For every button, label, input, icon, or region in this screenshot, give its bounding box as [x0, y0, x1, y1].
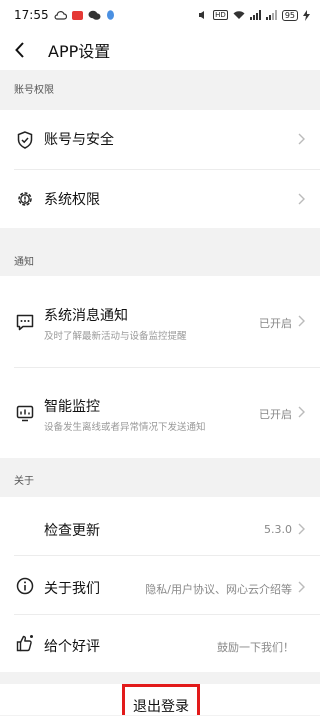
back-button[interactable] — [0, 30, 40, 70]
about-us-text: 关于我们 — [44, 578, 100, 598]
status-bar: 17:55 HD 95 — [0, 0, 320, 30]
about-us-row[interactable]: 关于我们 隐私/用户协议、网心云介绍等 — [0, 556, 320, 614]
status-right: HD 95 — [198, 9, 310, 21]
signal-icon-2 — [265, 10, 277, 20]
about-card: 检查更新 5.3.0 关于我们 隐私/用户协议、网心云介绍等 给个好评 鼓励一下… — [0, 497, 320, 672]
hd-badge: HD — [213, 10, 228, 20]
row-title: 给个好评 — [44, 639, 100, 655]
status-left: 17:55 — [14, 8, 115, 22]
chevron-right-icon — [298, 315, 305, 327]
message-icon — [14, 311, 36, 333]
row-subtitle: 设备发生离线或者异常情况下发送通知 — [44, 422, 206, 433]
section-label-about: 关于 — [14, 476, 34, 487]
check-update-text: 检查更新 — [44, 520, 100, 540]
chevron-right-icon — [298, 406, 305, 418]
row-title: 系统消息通知 — [44, 308, 128, 324]
logout-button[interactable]: 退出登录 — [122, 684, 200, 715]
cloud-icon — [54, 11, 67, 20]
chevron-right-icon — [298, 523, 305, 535]
monitor-icon — [14, 402, 36, 424]
red-app-icon — [71, 10, 83, 20]
rate-us-row[interactable]: 给个好评 鼓励一下我们！ — [0, 615, 320, 672]
smart-monitor-row[interactable]: 智能监控 设备发生离线或者异常情况下发送通知 已开启 — [0, 368, 320, 458]
version-value: 5.3.0 — [264, 523, 292, 536]
chevron-right-icon — [298, 581, 305, 593]
row-title: 检查更新 — [44, 523, 100, 539]
notice-card: 系统消息通知 及时了解最新活动与设备监控提醒 已开启 智能监控 设备发生离线或者… — [0, 276, 320, 458]
info-icon — [14, 575, 36, 597]
account-card: 账号与安全 系统权限 — [0, 110, 320, 228]
rate-us-value: 鼓励一下我们！ — [217, 641, 294, 654]
chevron-right-icon — [298, 133, 305, 145]
section-label-account: 账号权限 — [14, 85, 54, 96]
row-title: 系统权限 — [44, 192, 100, 208]
system-permission-text: 系统权限 — [44, 189, 100, 209]
logout-bar: 退出登录 — [0, 684, 320, 715]
about-us-value: 隐私/用户协议、网心云介绍等 — [145, 583, 292, 596]
account-security-text: 账号与安全 — [44, 129, 114, 149]
qq-icon — [106, 9, 114, 20]
thumbs-up-icon — [14, 632, 36, 654]
account-security-row[interactable]: 账号与安全 — [0, 110, 320, 169]
system-permission-row[interactable]: 系统权限 — [0, 170, 320, 228]
shield-icon — [14, 129, 36, 151]
row-title: 关于我们 — [44, 581, 100, 597]
smart-monitor-text: 智能监控 设备发生离线或者异常情况下发送通知 — [44, 396, 206, 433]
page-title: APP设置 — [48, 42, 111, 61]
signal-icon — [249, 10, 261, 20]
row-subtitle: 及时了解最新活动与设备监控提醒 — [44, 331, 187, 342]
row-title: 智能监控 — [44, 399, 100, 415]
battery-indicator: 95 — [281, 9, 298, 21]
back-arrow-icon — [15, 42, 24, 58]
status-value: 已开启 — [259, 317, 292, 330]
section-label-notice: 通知 — [14, 257, 34, 268]
rate-us-text: 给个好评 — [44, 636, 100, 656]
mute-icon — [199, 11, 205, 19]
row-title: 账号与安全 — [44, 132, 114, 148]
check-update-row[interactable]: 检查更新 5.3.0 — [0, 497, 320, 555]
system-message-text: 系统消息通知 及时了解最新活动与设备监控提醒 — [44, 305, 187, 342]
gear-icon — [14, 188, 36, 210]
charging-icon — [303, 9, 310, 21]
status-value: 已开启 — [259, 408, 292, 421]
wechat-icon — [88, 10, 101, 20]
chevron-right-icon — [298, 193, 305, 205]
status-time: 17:55 — [14, 8, 49, 22]
app-header: APP设置 — [0, 30, 320, 70]
system-message-row[interactable]: 系统消息通知 及时了解最新活动与设备监控提醒 已开启 — [0, 276, 320, 367]
wifi-icon — [233, 11, 245, 19]
